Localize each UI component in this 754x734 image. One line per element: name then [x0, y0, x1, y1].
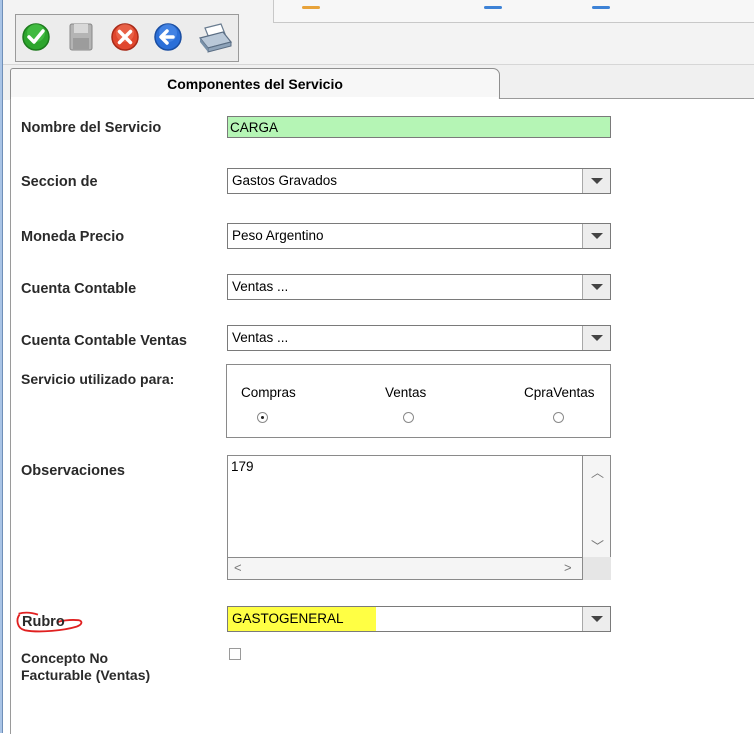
header-decoration	[302, 6, 320, 9]
back-arrow-icon	[154, 23, 182, 51]
concepto-no-facturable-label-line1: Concepto No	[21, 650, 109, 666]
cuenta-contable-label: Cuenta Contable	[21, 281, 137, 297]
scroll-left-icon[interactable]: <	[234, 560, 242, 575]
back-button[interactable]	[151, 18, 187, 56]
tab-gap	[11, 97, 498, 99]
radio-label-cpraventas: CpraVentas	[524, 385, 595, 400]
header-decoration	[592, 6, 610, 9]
concepto-no-facturable-checkbox[interactable]	[229, 648, 241, 660]
seccion-label: Seccion de	[21, 174, 98, 190]
radio-compras[interactable]	[257, 412, 268, 423]
header-decoration	[484, 6, 502, 9]
scroll-up-icon[interactable]: ︿	[591, 462, 604, 481]
accept-button[interactable]	[19, 18, 55, 56]
save-button[interactable]	[63, 18, 99, 56]
cuenta-contable-ventas-value: Ventas ...	[232, 330, 289, 345]
toolbar-button-group	[15, 14, 239, 62]
rubro-value: GASTOGENERAL	[232, 611, 344, 626]
rubro-label: Rubro	[22, 614, 65, 630]
seccion-value: Gastos Gravados	[232, 173, 338, 188]
tab-componentes-servicio[interactable]: Componentes del Servicio	[10, 68, 500, 99]
window-left-border-inner	[2, 0, 3, 733]
moneda-dropdown-button[interactable]	[582, 224, 610, 248]
vertical-scrollbar[interactable]: ︿ ﹀	[583, 455, 611, 558]
moneda-precio-value: Peso Argentino	[232, 228, 324, 243]
cuenta-ventas-dropdown-button[interactable]	[582, 326, 610, 350]
header-panel	[273, 0, 754, 23]
chevron-down-icon	[591, 335, 603, 341]
observaciones-value: 179	[231, 459, 254, 474]
radio-cpraventas[interactable]	[553, 412, 564, 423]
toolbar	[3, 0, 754, 64]
chevron-down-icon	[591, 616, 603, 622]
tab-label: Componentes del Servicio	[167, 76, 343, 92]
chevron-down-icon	[591, 233, 603, 239]
cuenta-contable-ventas-label: Cuenta Contable Ventas	[21, 333, 187, 349]
cuenta-contable-value: Ventas ...	[232, 279, 289, 294]
moneda-precio-select[interactable]: Peso Argentino	[227, 223, 611, 249]
cuenta-contable-select[interactable]: Ventas ...	[227, 274, 611, 300]
servicio-utilizado-label: Servicio utilizado para:	[21, 371, 175, 387]
moneda-precio-label: Moneda Precio	[21, 229, 125, 245]
radio-label-ventas: Ventas	[385, 385, 427, 400]
radio-label-compras: Compras	[241, 385, 296, 400]
close-icon	[111, 23, 139, 51]
nombre-servicio-label: Nombre del Servicio	[21, 120, 162, 136]
cancel-button[interactable]	[108, 18, 144, 56]
chevron-down-icon	[591, 284, 603, 290]
scroll-down-icon[interactable]: ﹀	[591, 536, 604, 555]
rubro-dropdown-button[interactable]	[582, 607, 610, 631]
concepto-no-facturable-label-line2: Facturable (Ventas)	[21, 667, 151, 683]
horizontal-scrollbar[interactable]: < >	[227, 557, 583, 580]
cuenta-contable-dropdown-button[interactable]	[582, 275, 610, 299]
check-icon	[22, 23, 50, 51]
scrollbar-corner	[583, 557, 611, 580]
observaciones-label: Observaciones	[21, 463, 125, 479]
nombre-servicio-input[interactable]: CARGA	[227, 116, 611, 138]
printer-icon	[198, 23, 233, 53]
radio-ventas[interactable]	[403, 412, 414, 423]
scroll-right-icon[interactable]: >	[564, 560, 572, 575]
save-icon	[69, 23, 93, 51]
cuenta-contable-ventas-select[interactable]: Ventas ...	[227, 325, 611, 351]
chevron-down-icon	[591, 178, 603, 184]
seccion-dropdown-button[interactable]	[582, 169, 610, 193]
print-button[interactable]	[195, 18, 233, 56]
rubro-select[interactable]: GASTOGENERAL	[227, 606, 611, 632]
servicio-utilizado-radio-group: Compras Ventas CpraVentas	[226, 364, 611, 438]
seccion-select[interactable]: Gastos Gravados	[227, 168, 611, 194]
